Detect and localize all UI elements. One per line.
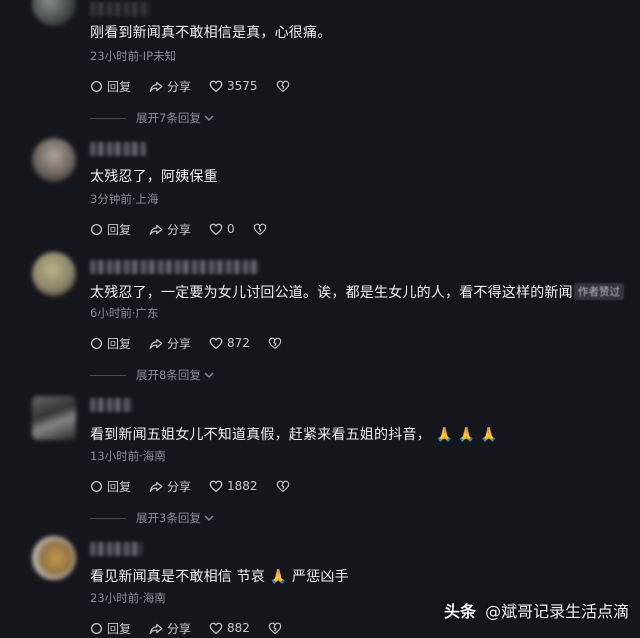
watermark-account: @斌哥记录生活点滴	[485, 602, 630, 621]
like-button[interactable]: 1882	[209, 479, 258, 493]
like-button[interactable]: 3575	[209, 79, 258, 93]
reply-label: 回复	[107, 222, 132, 237]
expand-label: 展开7条回复	[136, 111, 201, 125]
comment-text: 太残忍了，一定要为女儿讨回公道。诶，都是生女儿的人，看不得这样的新闻	[90, 285, 573, 301]
chevron-down-icon	[204, 515, 214, 521]
share-label: 分享	[167, 222, 192, 237]
share-icon	[149, 338, 163, 349]
comment-meta: 23小时前·海南	[90, 591, 166, 605]
comment-actions: 回复 分享 3575	[90, 76, 312, 96]
heart-icon	[209, 622, 223, 634]
like-count: 1882	[227, 479, 258, 493]
expand-replies[interactable]: 展开7条回复	[90, 110, 214, 126]
broken-heart-icon	[268, 337, 282, 349]
comment-actions: 回复 分享 872	[90, 333, 304, 353]
broken-heart-icon	[253, 223, 266, 235]
author-liked-badge: 作者赞过	[574, 283, 624, 300]
avatar[interactable]	[32, 0, 76, 26]
comment-actions: 回复 分享 882	[90, 618, 304, 638]
broken-heart-icon	[276, 80, 289, 92]
chevron-down-icon	[204, 115, 214, 121]
reply-button[interactable]: 回复	[90, 221, 131, 238]
like-button[interactable]: 0	[209, 222, 235, 236]
comment-icon	[90, 480, 103, 492]
avatar[interactable]	[32, 396, 76, 440]
username[interactable]	[90, 398, 132, 412]
comment-actions: 回复 分享 0	[90, 219, 289, 239]
avatar[interactable]	[32, 252, 76, 296]
comment-icon	[90, 337, 103, 349]
like-count: 0	[227, 222, 235, 236]
heart-icon	[209, 337, 223, 349]
expand-label: 展开8条回复	[136, 368, 201, 382]
comment-icon	[90, 622, 103, 634]
reply-label: 回复	[107, 479, 132, 494]
dislike-button[interactable]	[268, 622, 286, 635]
comment-meta: 6小时前·广东	[90, 306, 159, 320]
username[interactable]	[90, 2, 150, 16]
comment-meta: 23小时前·IP未知	[90, 49, 177, 63]
username[interactable]	[90, 542, 142, 556]
share-label: 分享	[167, 79, 192, 94]
share-icon	[149, 81, 163, 92]
heart-icon	[209, 223, 223, 235]
share-icon	[149, 481, 163, 492]
like-button[interactable]: 872	[209, 336, 250, 350]
divider	[90, 517, 126, 519]
comment-actions: 回复 分享 1882	[90, 476, 312, 496]
comment-icon	[90, 80, 103, 92]
share-button[interactable]: 分享	[149, 78, 191, 95]
share-button[interactable]: 分享	[149, 335, 191, 352]
reply-button[interactable]: 回复	[90, 335, 131, 352]
broken-heart-icon	[268, 622, 282, 634]
divider	[90, 117, 126, 119]
comment-text: 看到新闻五姐女儿不知道真假，赶紧来看五姐的抖音， 🙏 🙏 🙏	[90, 424, 498, 444]
share-button[interactable]: 分享	[149, 478, 191, 495]
watermark: 头条 @斌哥记录生活点滴	[444, 598, 629, 622]
like-count: 3575	[227, 79, 258, 93]
avatar[interactable]	[32, 536, 76, 580]
heart-icon	[209, 80, 223, 92]
reply-button[interactable]: 回复	[90, 478, 131, 495]
dislike-button[interactable]	[276, 480, 294, 493]
comment-text: 太残忍了，阿姨保重	[90, 169, 218, 185]
comment-meta: 13小时前·海南	[90, 449, 166, 463]
comment-text-body: 看见新闻真是不敢相信 节哀	[90, 569, 266, 585]
reply-label: 回复	[107, 336, 132, 351]
avatar[interactable]	[32, 138, 76, 182]
share-label: 分享	[167, 479, 192, 494]
username[interactable]	[90, 260, 260, 274]
like-count: 872	[227, 336, 250, 350]
comment-text: 刚看到新闻真不敢相信是真，心很痛。	[90, 25, 332, 41]
share-label: 分享	[167, 336, 192, 351]
comment-text-tail: 严惩凶手	[292, 569, 349, 585]
comment-text-body: 看到新闻五姐女儿不知道真假，赶紧来看五姐的抖音，	[90, 427, 431, 443]
divider	[90, 374, 126, 376]
share-button[interactable]: 分享	[149, 221, 191, 238]
reply-button[interactable]: 回复	[90, 78, 131, 95]
reply-label: 回复	[107, 79, 132, 94]
comment-text: 看见新闻真是不敢相信 节哀 🙏 严惩凶手	[90, 566, 349, 586]
pray-emoji: 🙏	[269, 569, 288, 585]
comment-icon	[90, 223, 103, 235]
dislike-button[interactable]	[253, 223, 271, 236]
broken-heart-icon	[276, 480, 289, 492]
expand-label: 展开3条回复	[136, 511, 201, 525]
dislike-button[interactable]	[268, 337, 286, 350]
share-icon	[149, 623, 163, 634]
watermark-brand: 头条	[444, 602, 477, 621]
share-icon	[149, 224, 163, 235]
comment-meta: 3分钟前·上海	[90, 192, 159, 206]
heart-icon	[209, 480, 223, 492]
dislike-button[interactable]	[276, 80, 294, 93]
pray-emoji: 🙏 🙏 🙏	[435, 427, 498, 443]
expand-replies[interactable]: 展开3条回复	[90, 510, 214, 526]
chevron-down-icon	[204, 372, 214, 378]
username[interactable]	[90, 142, 146, 156]
like-button[interactable]: 882	[209, 621, 250, 635]
like-count: 882	[227, 621, 250, 635]
expand-replies[interactable]: 展开8条回复	[90, 367, 214, 383]
